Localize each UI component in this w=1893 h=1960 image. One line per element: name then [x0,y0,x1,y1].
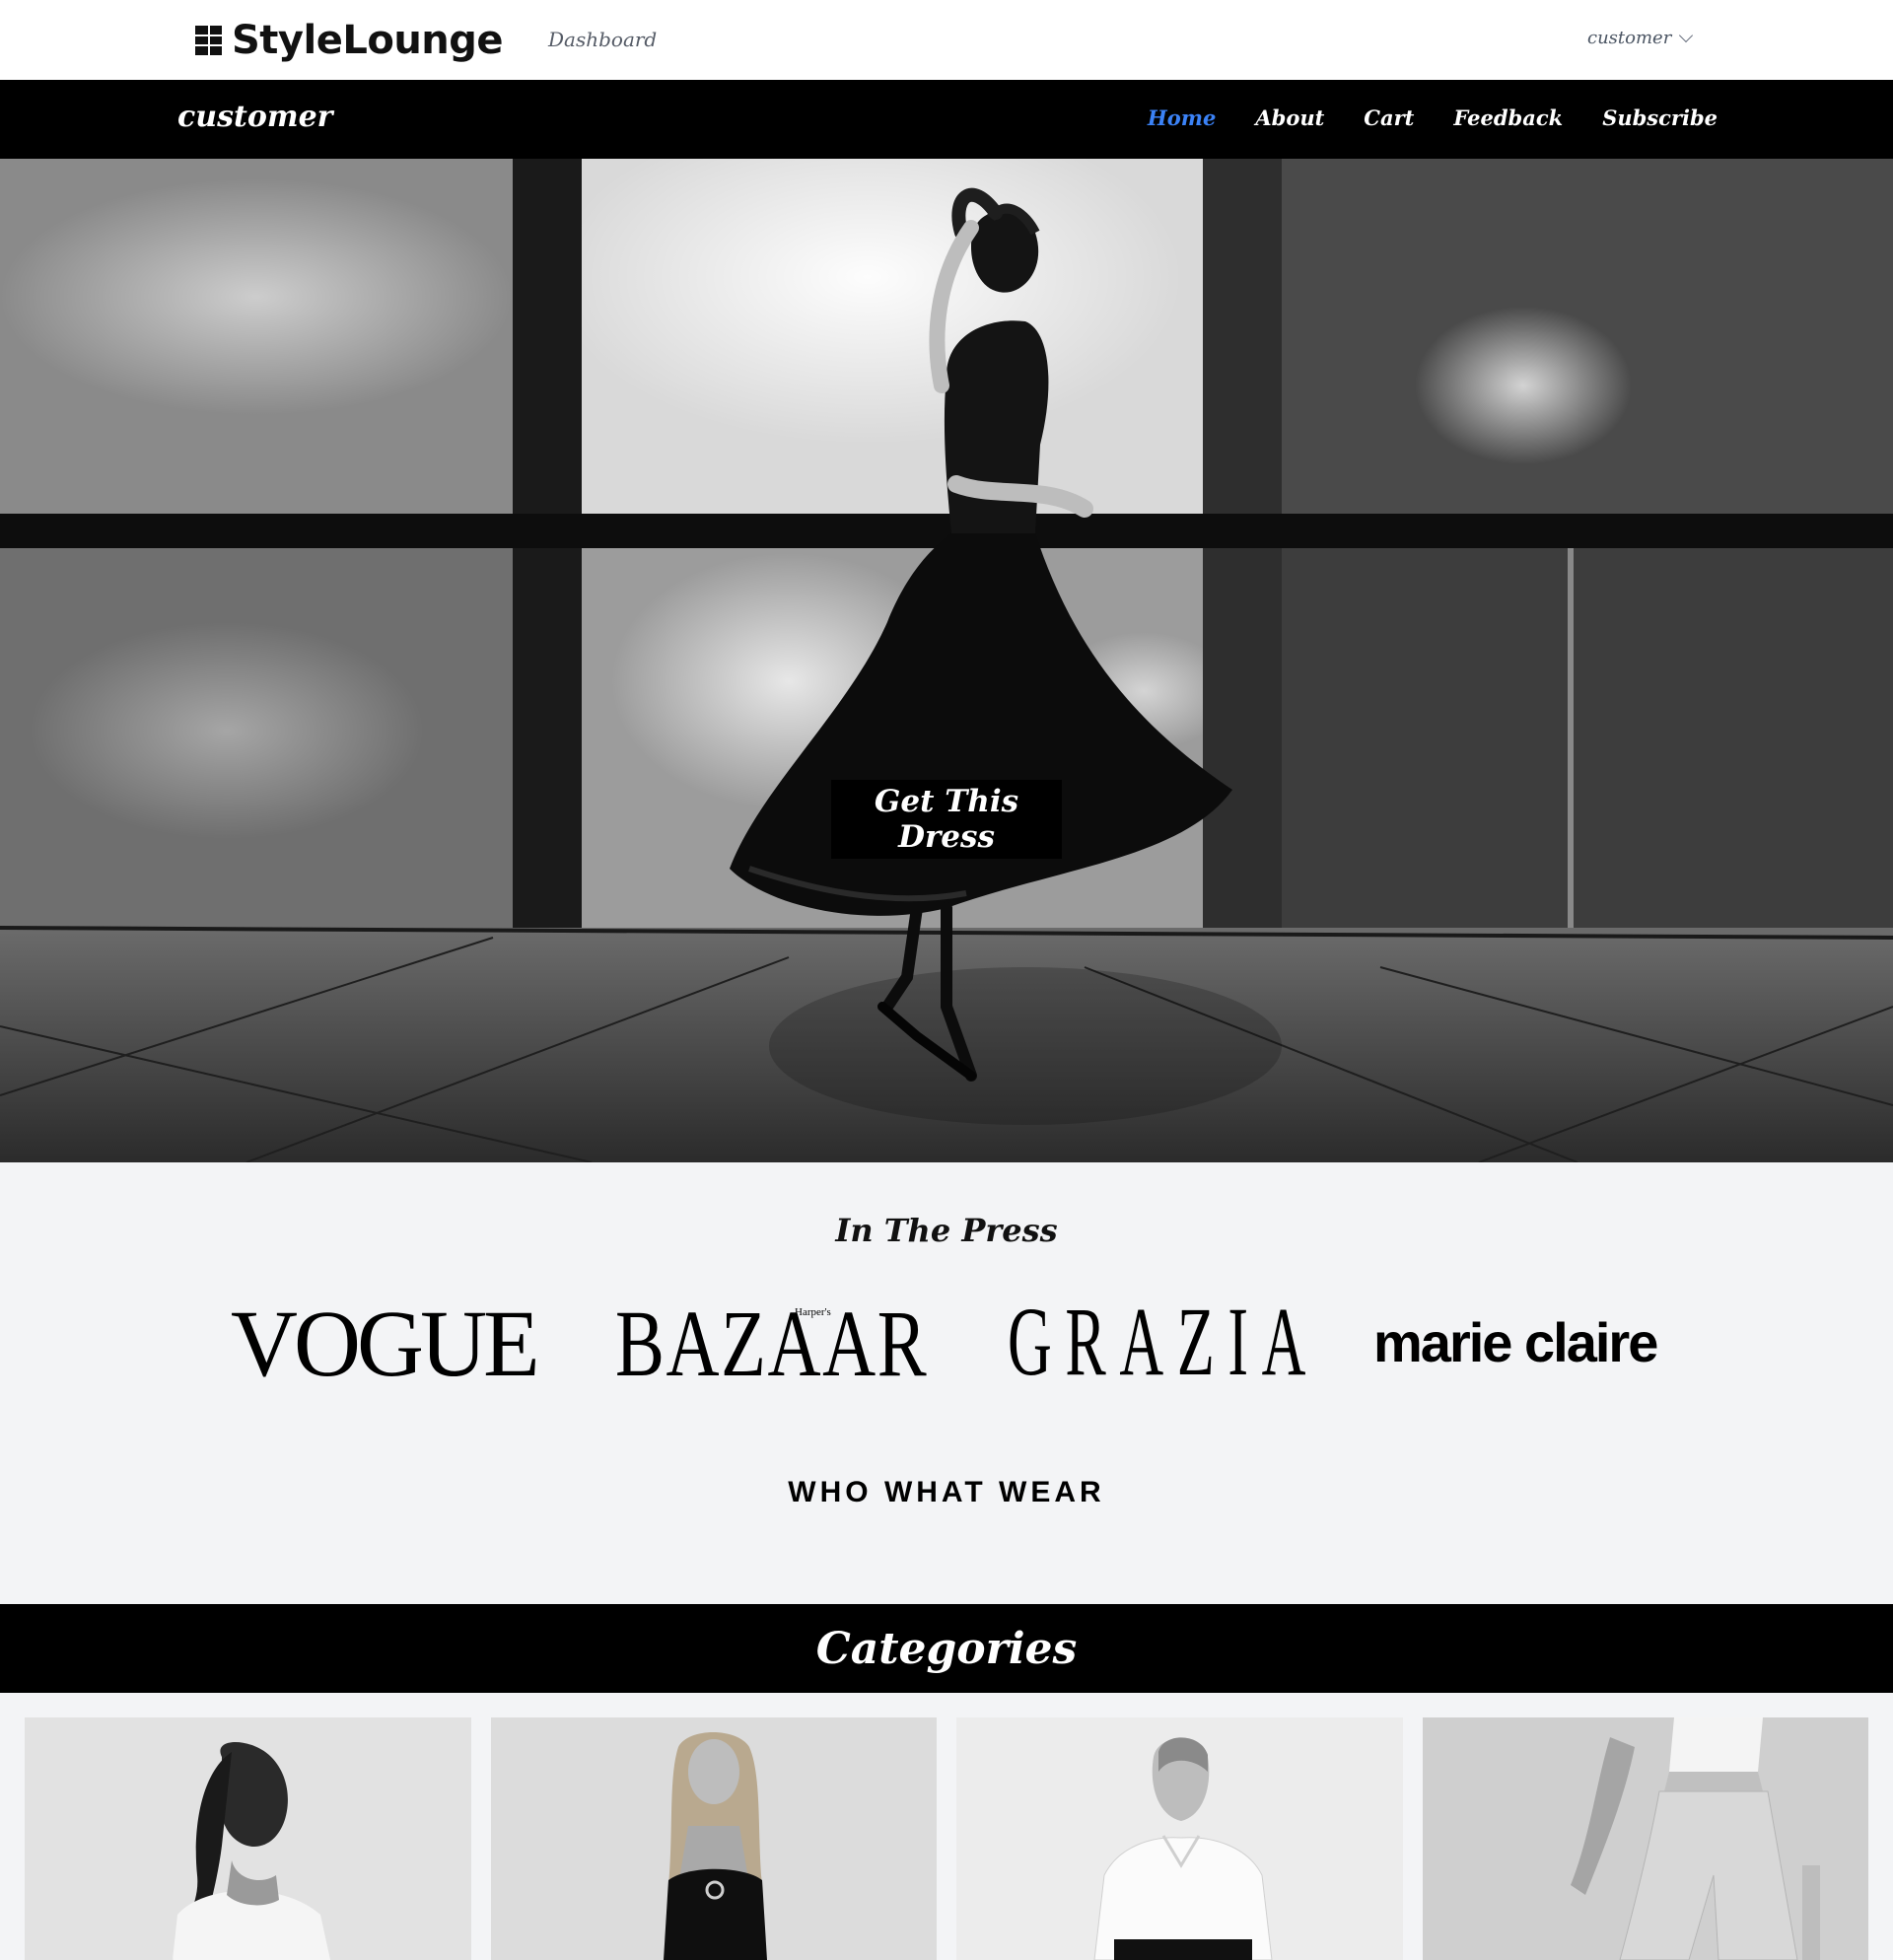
vogue-logo: VOGUE [231,1291,540,1396]
main-navbar: customer Home About Cart Feedback Subscr… [0,80,1893,159]
nav-links: Home About Cart Feedback Subscribe [1148,105,1718,130]
user-menu-dropdown[interactable]: customer [1587,28,1694,48]
nav-link-feedback[interactable]: Feedback [1453,105,1563,130]
categories-header: Categories [0,1604,1893,1693]
brand-grid-icon [195,26,222,55]
category-card-1[interactable] [25,1717,471,1960]
bazaar-logo: BAZAAR [615,1291,929,1396]
nav-link-cart[interactable]: Cart [1364,105,1414,130]
hero-banner: Get This Dress [0,159,1893,1162]
category-card-2[interactable] [490,1717,937,1960]
get-this-dress-button[interactable]: Get This Dress [831,780,1062,859]
press-section: In The Press VOGUE Harper's BAZAAR GRAZI… [0,1162,1893,1604]
grazia-logo: GRAZIA [1008,1287,1320,1396]
user-menu-label: customer [1587,28,1672,48]
top-header: StyleLounge Dashboard customer [0,0,1893,80]
model-photo-trousers-icon [1422,1717,1868,1960]
brand-name: StyleLounge [232,18,504,63]
nav-link-subscribe[interactable]: Subscribe [1602,105,1718,130]
press-title: In The Press [835,1212,1058,1249]
category-cards [25,1717,1868,1960]
dashboard-link[interactable]: Dashboard [548,28,657,51]
model-photo-tank-top-icon [25,1717,471,1960]
chevron-down-icon [1679,28,1694,42]
nav-link-about[interactable]: About [1255,105,1324,130]
categories-title: Categories [815,1624,1078,1674]
nav-link-home[interactable]: Home [1148,105,1216,130]
marie-claire-logo: marie claire [1373,1311,1658,1373]
who-what-wear-logo: WHO WHAT WEAR [788,1476,1105,1508]
hero-image-dancer [0,159,1893,1162]
model-photo-black-dress-icon [490,1717,937,1960]
brand-logo[interactable]: StyleLounge [195,18,504,63]
model-photo-white-shirt-icon [956,1717,1403,1960]
navbar-brand[interactable]: customer [177,100,332,134]
category-card-4[interactable] [1422,1717,1868,1960]
category-card-3[interactable] [956,1717,1403,1960]
